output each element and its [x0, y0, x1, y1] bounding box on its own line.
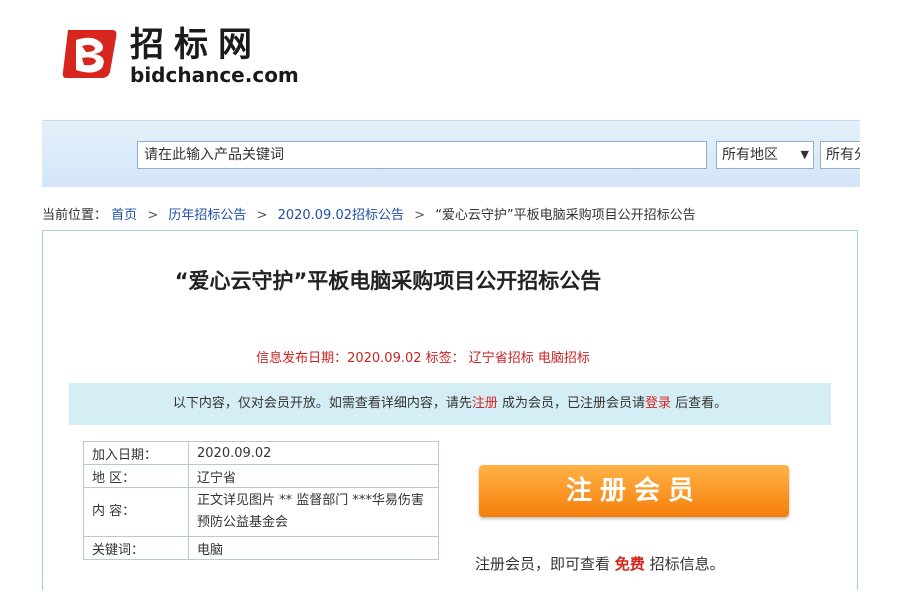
region-select-label: 所有地区 [722, 147, 778, 163]
article-meta: 信息发布日期：2020.09.02 标签： 辽宁省招标 电脑招标 [256, 351, 590, 366]
info-table: 加入日期： 2020.09.02 地 区： 辽宁省 内 容： 正文详见图片 **… [83, 441, 439, 560]
region-select[interactable]: 所有地区 ▼ [716, 141, 814, 169]
info-value: 电脑 [188, 536, 439, 560]
logo-text-cn: 招标网 [130, 25, 262, 65]
logo-text-en: bidchance.com [130, 63, 299, 87]
register-note-text: 招标信息。 [644, 555, 725, 573]
table-row: 地 区： 辽宁省 [83, 464, 439, 488]
logo-mark-icon [62, 30, 117, 78]
info-key: 加入日期： [83, 441, 189, 465]
register-link[interactable]: 注册 [472, 396, 498, 411]
article-title: “爱心云守护”平板电脑采购项目公开招标公告 [174, 269, 602, 293]
notice-text: 后查看。 [671, 396, 728, 411]
breadcrumb-date[interactable]: 2020.09.02招标公告 [278, 208, 404, 223]
table-row: 加入日期： 2020.09.02 [83, 441, 439, 465]
table-row: 关键词： 电脑 [83, 536, 439, 560]
login-link[interactable]: 登录 [645, 396, 671, 411]
breadcrumb-separator: > [256, 208, 268, 223]
info-key: 内 容： [83, 487, 189, 537]
notice-text: 成为会员，已注册会员请 [497, 396, 645, 411]
article-panel: “爱心云守护”平板电脑采购项目公开招标公告 信息发布日期：2020.09.02 … [42, 230, 858, 590]
info-key: 地 区： [83, 464, 189, 488]
site-logo[interactable]: 招标网 bidchance.com [62, 25, 322, 90]
info-value: 2020.09.02 [188, 441, 439, 465]
table-row: 内 容： 正文详见图片 ** 监督部门 ***华易伤害预防公益基金会 [83, 487, 439, 537]
search-bar: 请在此输入产品关键词 所有地区 ▼ 所有分 [42, 120, 860, 187]
info-value: 正文详见图片 ** 监督部门 ***华易伤害预防公益基金会 [188, 487, 439, 537]
breadcrumb-prefix: 当前位置： [42, 208, 108, 223]
category-select-label: 所有分 [826, 147, 860, 163]
register-member-button[interactable]: 注册会员 [479, 465, 789, 517]
breadcrumb-history[interactable]: 历年招标公告 [168, 208, 246, 223]
register-note-text: 注册会员，即可查看 [475, 555, 615, 573]
breadcrumb-separator: > [147, 208, 159, 223]
info-value: 辽宁省 [188, 464, 439, 488]
free-badge: 免费 [614, 555, 645, 573]
category-select[interactable]: 所有分 [820, 141, 860, 169]
chevron-down-icon: ▼ [800, 148, 809, 161]
search-input[interactable]: 请在此输入产品关键词 [137, 141, 707, 169]
info-key: 关键词： [83, 536, 189, 560]
breadcrumb: 当前位置： 首页 > 历年招标公告 > 2020.09.02招标公告 > “爱心… [42, 204, 696, 223]
breadcrumb-home[interactable]: 首页 [111, 208, 137, 223]
breadcrumb-current: “爱心云守护”平板电脑采购项目公开招标公告 [435, 208, 696, 223]
notice-text: 以下内容，仅对会员开放。如需查看详细内容，请先 [172, 396, 472, 411]
register-note: 注册会员，即可查看 免费 招标信息。 [475, 553, 725, 574]
breadcrumb-separator: > [414, 208, 426, 223]
member-notice: 以下内容，仅对会员开放。如需查看详细内容，请先注册 成为会员，已注册会员请登录 … [69, 383, 831, 425]
